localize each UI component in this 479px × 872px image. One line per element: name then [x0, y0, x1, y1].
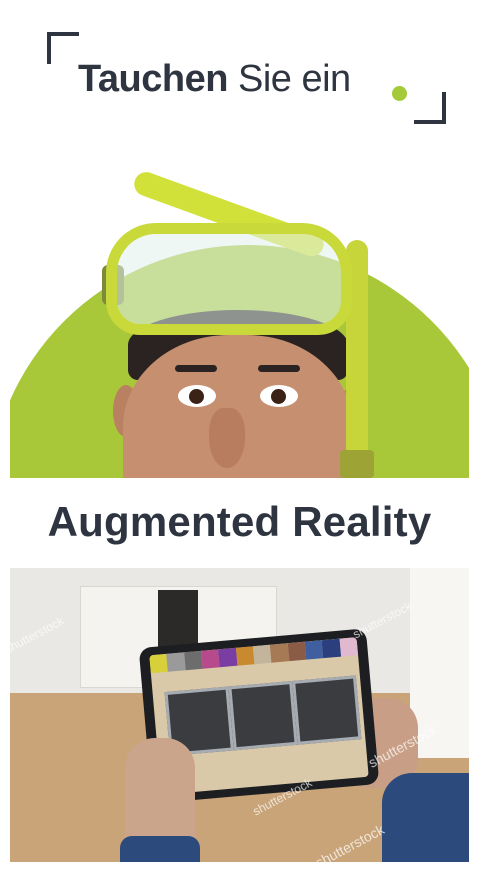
snorkel-end [340, 450, 374, 478]
color-swatch [321, 638, 341, 659]
color-swatch [235, 646, 255, 666]
corner-bracket-bottom-right [414, 92, 446, 124]
color-swatch [304, 640, 324, 660]
color-swatch [166, 652, 186, 672]
hero-illustration [10, 140, 469, 478]
color-swatch [270, 643, 289, 663]
tagline-rest: Sie ein [227, 58, 351, 100]
color-swatch [201, 649, 220, 669]
color-swatch [183, 650, 203, 671]
color-swatch [252, 644, 272, 665]
octagon-shelf [292, 675, 362, 745]
eye-right [260, 385, 298, 407]
ad-banner[interactable]: Tauchen Sie ein Augmented Reality shutte… [10, 10, 469, 862]
tagline-bold: Tauchen [78, 58, 228, 100]
eyebrow-left [175, 365, 217, 372]
page: Tauchen Sie ein Augmented Reality shutte… [0, 0, 479, 872]
octagon-shelf [228, 680, 298, 751]
color-swatch [218, 647, 238, 668]
color-swatch [149, 653, 169, 674]
eye-left [178, 385, 216, 407]
eyebrow-right [258, 365, 300, 372]
sleeve-right [382, 773, 469, 862]
header: Tauchen Sie ein [10, 10, 469, 140]
diving-mask [106, 223, 352, 335]
corner-bracket-top-left [47, 32, 79, 64]
nose [209, 408, 245, 468]
tagline: Tauchen Sie ein [78, 58, 351, 101]
ar-tablet-photo: shutterstock shutterstock shutterstock s… [10, 568, 469, 862]
pupil [189, 389, 204, 404]
color-swatch [339, 637, 359, 657]
title-band: Augmented Reality [10, 478, 469, 568]
banner-title: Augmented Reality [47, 498, 432, 545]
green-dot-icon [392, 86, 407, 101]
color-swatch [287, 641, 307, 662]
pupil [271, 389, 286, 404]
sleeve-left [120, 836, 200, 862]
